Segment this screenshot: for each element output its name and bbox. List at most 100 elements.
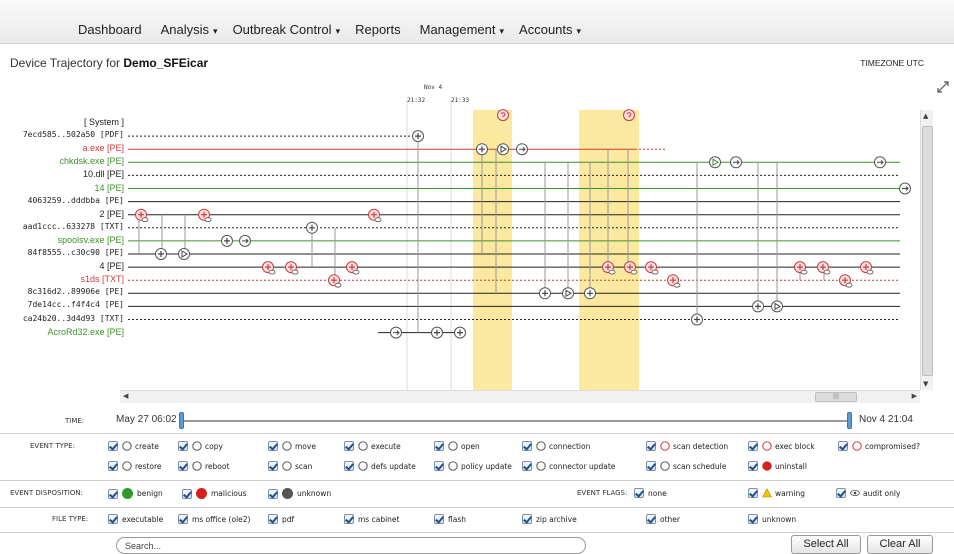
time-slider-track[interactable]	[182, 420, 850, 422]
horizontal-scroll-thumb[interactable]: |||	[815, 392, 857, 402]
restore-checkbox[interactable]	[108, 461, 118, 471]
horizontal-scrollbar[interactable]: ◀ ||| ▶	[120, 390, 920, 403]
scan-detection-icon[interactable]	[262, 261, 276, 275]
create-icon[interactable]	[221, 234, 233, 247]
scan-schedule-checkbox[interactable]	[646, 461, 656, 471]
pdf-filter[interactable]: pdf	[268, 514, 294, 524]
nav-reports[interactable]: Reports	[355, 22, 405, 37]
benign-filter[interactable]: benign	[108, 488, 163, 499]
restore-filter[interactable]: restore	[108, 461, 162, 471]
ms-cabinet-filter[interactable]: ms cabinet	[344, 514, 399, 524]
exec-block-filter[interactable]: exec block	[748, 441, 815, 451]
move-icon[interactable]	[899, 182, 911, 195]
scan-detection-icon[interactable]	[817, 261, 831, 275]
scan-detection-icon[interactable]	[645, 261, 659, 275]
unknown-filter[interactable]: unknown	[748, 514, 796, 524]
vertical-scroll-thumb[interactable]	[922, 126, 933, 376]
expand-icon[interactable]	[936, 80, 950, 94]
ms-office-ole2-filter[interactable]: ms office (ole2)	[178, 514, 250, 524]
connection-filter[interactable]: connection	[522, 441, 590, 451]
create-checkbox[interactable]	[108, 441, 118, 451]
scroll-down-icon[interactable]: ▼	[923, 380, 928, 388]
connector-update-checkbox[interactable]	[522, 461, 532, 471]
scan-detection-icon[interactable]	[860, 261, 874, 275]
clear-all-button[interactable]: Clear All	[867, 535, 933, 554]
open-checkbox[interactable]	[434, 441, 444, 451]
scan-filter[interactable]: scan	[268, 461, 312, 471]
policy-update-checkbox[interactable]	[434, 461, 444, 471]
scan-detection-icon[interactable]	[198, 208, 212, 223]
warning-checkbox[interactable]	[748, 488, 758, 498]
vertical-scrollbar[interactable]: ▲ ▼	[920, 110, 933, 390]
nav-analysis[interactable]: Analysis ▾	[161, 22, 218, 37]
executable-filter[interactable]: executable	[108, 514, 163, 524]
ms-office-ole2-checkbox[interactable]	[178, 514, 188, 524]
scan-detection-icon[interactable]	[368, 208, 382, 223]
scroll-left-icon[interactable]: ◀	[123, 392, 128, 400]
copy-filter[interactable]: copy	[178, 441, 223, 451]
copy-checkbox[interactable]	[178, 441, 188, 451]
create-icon[interactable]	[155, 248, 167, 260]
zip-archive-checkbox[interactable]	[522, 514, 532, 524]
uninstall-checkbox[interactable]	[748, 461, 758, 471]
execute-icon[interactable]	[562, 287, 574, 300]
compromised-checkbox[interactable]	[838, 441, 848, 451]
unknown-checkbox[interactable]	[748, 514, 758, 524]
execute-filter[interactable]: execute	[344, 441, 401, 451]
scan-schedule-filter[interactable]: scan schedule	[646, 461, 726, 471]
none-filter[interactable]: none	[634, 488, 667, 498]
malicious-filter[interactable]: malicious	[182, 488, 247, 499]
other-filter[interactable]: other	[646, 514, 680, 524]
scan-checkbox[interactable]	[268, 461, 278, 471]
move-filter[interactable]: move	[268, 441, 316, 451]
reboot-filter[interactable]: reboot	[178, 461, 229, 471]
scan-detection-icon[interactable]	[346, 261, 360, 275]
create-icon[interactable]	[539, 287, 551, 300]
create-icon[interactable]	[584, 287, 596, 300]
move-checkbox[interactable]	[268, 441, 278, 451]
scan-detection-icon[interactable]	[285, 261, 299, 275]
uninstall-filter[interactable]: uninstall	[748, 461, 807, 471]
executable-checkbox[interactable]	[108, 514, 118, 524]
nav-dashboard[interactable]: Dashboard	[78, 22, 146, 37]
audit-only-filter[interactable]: audit only	[836, 488, 900, 498]
ms-cabinet-checkbox[interactable]	[344, 514, 354, 524]
unknown-checkbox[interactable]	[268, 488, 278, 499]
connector-update-filter[interactable]: connector update	[522, 461, 615, 471]
scan-detection-checkbox[interactable]	[646, 441, 656, 451]
none-checkbox[interactable]	[634, 488, 644, 498]
malicious-checkbox[interactable]	[182, 488, 192, 499]
connection-checkbox[interactable]	[522, 441, 532, 451]
flash-filter[interactable]: flash	[434, 514, 466, 524]
nav-management[interactable]: Management ▾	[420, 22, 504, 37]
execute-icon[interactable]	[178, 248, 190, 260]
benign-checkbox[interactable]	[108, 488, 118, 499]
nav-outbreak-control[interactable]: Outbreak Control ▾	[233, 22, 341, 37]
time-slider-end-handle[interactable]	[847, 412, 852, 429]
flash-checkbox[interactable]	[434, 514, 444, 524]
scan-detection-icon[interactable]	[135, 208, 149, 223]
execute-icon[interactable]	[497, 143, 509, 156]
scroll-up-icon[interactable]: ▲	[923, 112, 928, 120]
execute-icon[interactable]	[709, 156, 721, 169]
move-icon[interactable]	[239, 234, 251, 247]
create-icon[interactable]	[306, 221, 318, 234]
create-icon[interactable]	[412, 130, 424, 143]
search-input[interactable]: Search...	[116, 537, 586, 554]
scroll-right-icon[interactable]: ▶	[912, 392, 917, 400]
defs-update-filter[interactable]: defs update	[344, 461, 416, 471]
defs-update-checkbox[interactable]	[344, 461, 354, 471]
unknown-filter[interactable]: unknown	[268, 488, 331, 499]
execute-icon[interactable]	[771, 300, 783, 313]
zip-archive-filter[interactable]: zip archive	[522, 514, 577, 524]
compromised-icon[interactable]	[497, 109, 509, 122]
move-icon[interactable]	[390, 326, 402, 339]
create-icon[interactable]	[691, 313, 703, 326]
pdf-checkbox[interactable]	[268, 514, 278, 524]
create-filter[interactable]: create	[108, 441, 159, 451]
create-icon[interactable]	[476, 143, 488, 156]
create-icon[interactable]	[431, 326, 443, 339]
move-icon[interactable]	[874, 156, 886, 169]
compromised-icon[interactable]	[623, 109, 635, 122]
scan-detection-icon[interactable]	[839, 274, 853, 288]
